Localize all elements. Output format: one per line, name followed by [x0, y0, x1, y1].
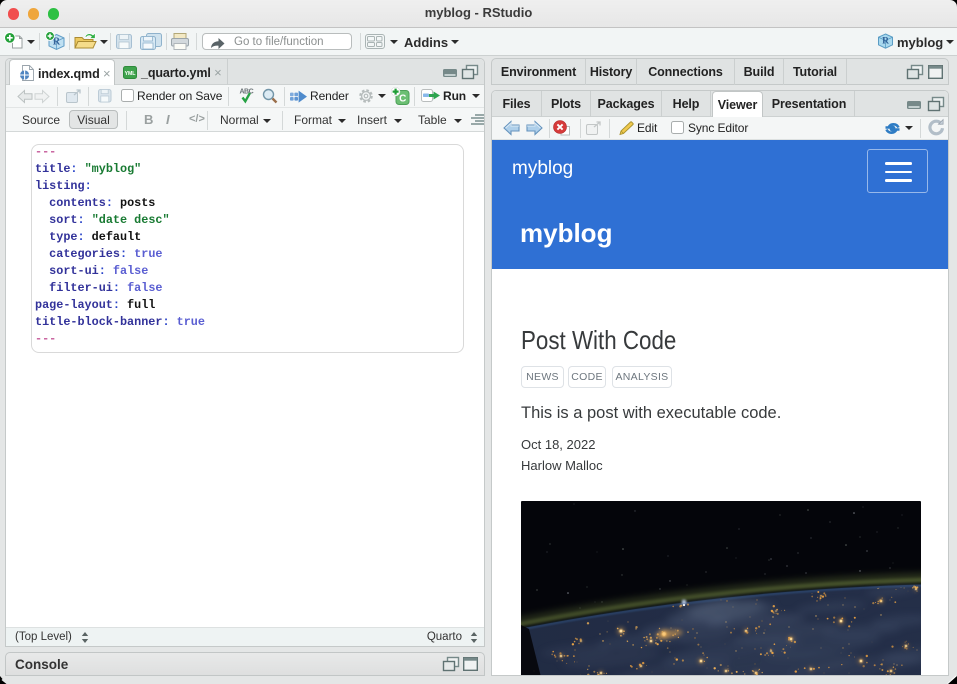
svg-text:ABC: ABC	[240, 89, 254, 96]
svg-text:C: C	[399, 94, 406, 105]
svg-text:R: R	[882, 37, 889, 47]
svg-text:YML: YML	[125, 71, 137, 77]
